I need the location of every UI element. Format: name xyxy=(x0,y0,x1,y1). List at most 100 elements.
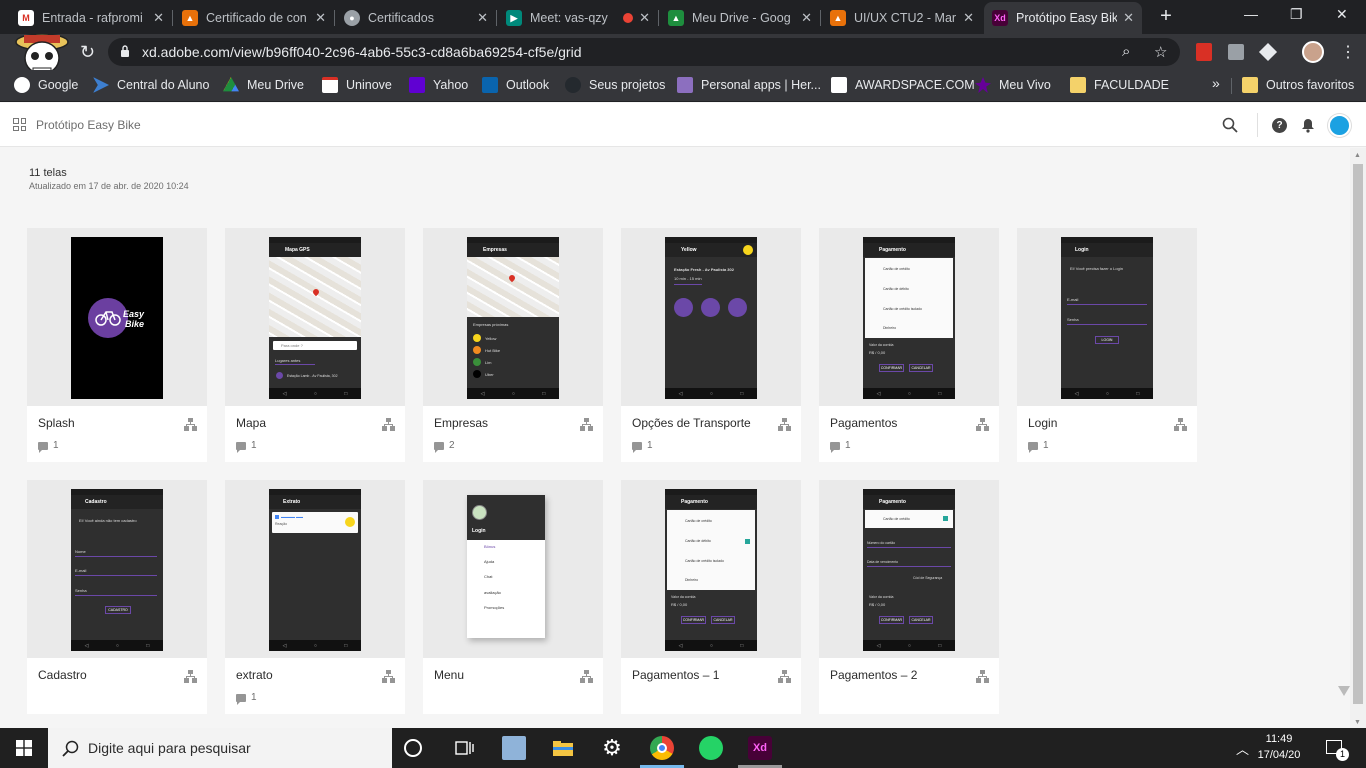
bookmark-google[interactable]: Google xyxy=(14,77,78,93)
close-icon[interactable]: ✕ xyxy=(1123,10,1134,26)
comment-count[interactable]: 2 xyxy=(434,440,455,453)
bookmark-uninove[interactable]: Uninove xyxy=(322,77,392,93)
settings-gear-icon[interactable]: ⚙ xyxy=(600,736,624,760)
extension-icon[interactable] xyxy=(1228,44,1244,60)
flow-hotspot-icon[interactable] xyxy=(976,418,989,431)
new-tab-button[interactable]: + xyxy=(1156,6,1176,26)
tab-xd-active[interactable]: Xd Protótipo Easy Bik ✕ xyxy=(984,2,1142,34)
cube-extension-icon[interactable] xyxy=(1258,42,1278,62)
tab-classroom-uiux[interactable]: ▲ UI/UX CTU2 - Mar ✕ xyxy=(822,4,982,32)
comment-count[interactable]: 1 xyxy=(1028,440,1049,453)
taskbar-search-box[interactable]: Digite aqui para pesquisar xyxy=(48,728,392,768)
reload-icon[interactable]: ↻ xyxy=(80,42,95,63)
tab-drive[interactable]: ▲ Meu Drive - Goog ✕ xyxy=(660,4,820,32)
tab-meet[interactable]: ▶ Meet: vas-qzy ✕ xyxy=(498,4,658,32)
flow-hotspot-icon[interactable] xyxy=(382,418,395,431)
close-window-icon[interactable]: ✕ xyxy=(1336,6,1348,23)
tray-overflow-icon[interactable]: ︿ xyxy=(1236,739,1249,758)
tab-certificados[interactable]: ● Certificados ✕ xyxy=(336,4,496,32)
bookmark-yahoo[interactable]: Yahoo xyxy=(409,77,468,93)
close-icon[interactable]: ✕ xyxy=(639,10,650,26)
flow-hotspot-icon[interactable] xyxy=(184,418,197,431)
meet-icon: ▶ xyxy=(506,10,522,26)
close-icon[interactable]: ✕ xyxy=(477,10,488,26)
close-icon[interactable]: ✕ xyxy=(315,10,326,26)
comment-count[interactable]: 1 xyxy=(632,440,653,453)
cortana-icon[interactable] xyxy=(404,739,422,757)
clock-date[interactable]: 17/04/20 xyxy=(1254,749,1304,761)
task-view-icon[interactable] xyxy=(452,736,476,760)
bookmark-awardspace[interactable]: AWARDSPACE.COM xyxy=(831,77,975,93)
bookmark-star-icon[interactable]: ☆ xyxy=(1154,43,1167,61)
bookmark-meu-vivo[interactable]: Meu Vivo xyxy=(975,77,1051,93)
flow-hotspot-icon[interactable] xyxy=(1174,418,1187,431)
windows-start-icon[interactable] xyxy=(16,740,32,756)
screen-card-pagamentos[interactable]: Pagamento Cartão de crédito Cartão de dé… xyxy=(819,228,999,462)
profile-avatar[interactable] xyxy=(1302,41,1324,63)
screen-card-extrato[interactable]: Extrato ▬▬▬▬ ▬▬ Reação ◁ ○ □ extrato 1 xyxy=(225,480,405,714)
vertical-scrollbar[interactable]: ▲ ▼ xyxy=(1350,148,1366,728)
help-icon[interactable]: ? xyxy=(1272,118,1287,133)
bookmark-central-do-aluno[interactable]: Central do Aluno xyxy=(93,77,209,93)
flow-hotspot-icon[interactable] xyxy=(778,418,791,431)
cadastro-phone: Cadastro Ei! Você ainda não tem cadastro… xyxy=(71,489,163,651)
adobe-xd-taskbar-icon[interactable]: Xd xyxy=(748,736,772,760)
bookmark-seus-projetos[interactable]: Seus projetos xyxy=(565,77,665,93)
address-bar[interactable]: xd.adobe.com/view/b96ff040-2c96-4ab6-55c… xyxy=(108,38,1180,66)
bookmarks-divider xyxy=(1231,78,1232,94)
file-explorer-icon[interactable] xyxy=(551,736,575,760)
search-icon[interactable] xyxy=(1222,117,1238,133)
close-icon[interactable]: ✕ xyxy=(153,10,164,26)
grid-view-icon[interactable] xyxy=(13,118,26,131)
bookmark-outlook[interactable]: Outlook xyxy=(482,77,549,93)
screen-card-pagamentos-1[interactable]: Pagamento Cartão de crédito Cartão de dé… xyxy=(621,480,801,714)
screen-thumbnail: Pagamento Cartão de crédito Número do ca… xyxy=(819,480,999,658)
windows-taskbar: Digite aqui para pesquisar ⚙ Xd ︿ 11:49 … xyxy=(0,728,1366,768)
zoom-icon[interactable]: ⌕ xyxy=(1122,43,1130,60)
scroll-down-icon[interactable]: ▼ xyxy=(1354,719,1361,726)
comment-count[interactable]: 1 xyxy=(38,440,59,453)
pdf-extension-icon[interactable] xyxy=(1196,43,1212,61)
minimize-icon[interactable]: — xyxy=(1244,6,1258,22)
close-icon[interactable]: ✕ xyxy=(801,10,812,26)
splash-phone: Easy Bike xyxy=(71,237,163,399)
flow-hotspot-icon[interactable] xyxy=(184,670,197,683)
restore-icon[interactable]: ❐ xyxy=(1290,6,1303,23)
comment-count[interactable]: 1 xyxy=(236,440,257,453)
bookmark-meu-drive[interactable]: Meu Drive xyxy=(223,77,304,93)
url-text[interactable]: xd.adobe.com/view/b96ff040-2c96-4ab6-55c… xyxy=(142,44,582,60)
scroll-up-icon[interactable]: ▲ xyxy=(1354,152,1361,159)
screen-card-menu[interactable]: Login Bônus Ajuda Chat avaliação Promoçõ… xyxy=(423,480,603,714)
clock-time[interactable]: 11:49 xyxy=(1254,733,1304,745)
checked-checkbox-icon xyxy=(943,516,948,521)
screen-card-empresas[interactable]: Empresas Empresas próximas Yellow Hut Bi… xyxy=(423,228,603,462)
scrollbar-thumb[interactable] xyxy=(1353,164,1363,704)
bookmark-heroku[interactable]: Personal apps | Her... xyxy=(677,77,821,93)
bookmarks-overflow-button[interactable]: » xyxy=(1212,75,1220,91)
gallery-app-icon[interactable] xyxy=(502,736,526,760)
tab-classroom-certificado[interactable]: ▲ Certificado de con ✕ xyxy=(174,4,334,32)
flow-hotspot-icon[interactable] xyxy=(778,670,791,683)
flow-hotspot-icon[interactable] xyxy=(580,418,593,431)
flow-hotspot-icon[interactable] xyxy=(580,670,593,683)
bookmark-outros-favoritos[interactable]: Outros favoritos xyxy=(1242,77,1354,93)
chrome-taskbar-icon[interactable] xyxy=(650,736,674,760)
chrome-menu-icon[interactable]: ⋮ xyxy=(1340,42,1356,62)
bookmark-faculdade[interactable]: FACULDADE xyxy=(1070,77,1169,93)
comment-count[interactable]: 1 xyxy=(236,692,257,705)
notification-bell-icon[interactable] xyxy=(1300,117,1316,133)
screen-card-cadastro[interactable]: Cadastro Ei! Você ainda não tem cadastro… xyxy=(27,480,207,714)
screen-card-mapa[interactable]: Mapa GPS Para onde ? Lugares antes Estaç… xyxy=(225,228,405,462)
pagamentos-phone: Pagamento Cartão de crédito Cartão de dé… xyxy=(863,237,955,399)
screen-card-splash[interactable]: Easy Bike Splash 1 xyxy=(27,228,207,462)
comment-count[interactable]: 1 xyxy=(830,440,851,453)
screen-card-pagamentos-2[interactable]: Pagamento Cartão de crédito Número do ca… xyxy=(819,480,999,714)
whatsapp-icon[interactable] xyxy=(699,736,723,760)
screen-card-opcoes-transporte[interactable]: Yellow Estação Fresh - Av Paulista 302 1… xyxy=(621,228,801,462)
flow-hotspot-icon[interactable] xyxy=(382,670,395,683)
checked-checkbox-icon xyxy=(745,539,750,544)
flow-hotspot-icon[interactable] xyxy=(976,670,989,683)
screen-card-login[interactable]: Login Ei! Você precisa fazer o Login E-m… xyxy=(1017,228,1197,462)
close-icon[interactable]: ✕ xyxy=(963,10,974,26)
user-avatar[interactable] xyxy=(1328,114,1351,137)
